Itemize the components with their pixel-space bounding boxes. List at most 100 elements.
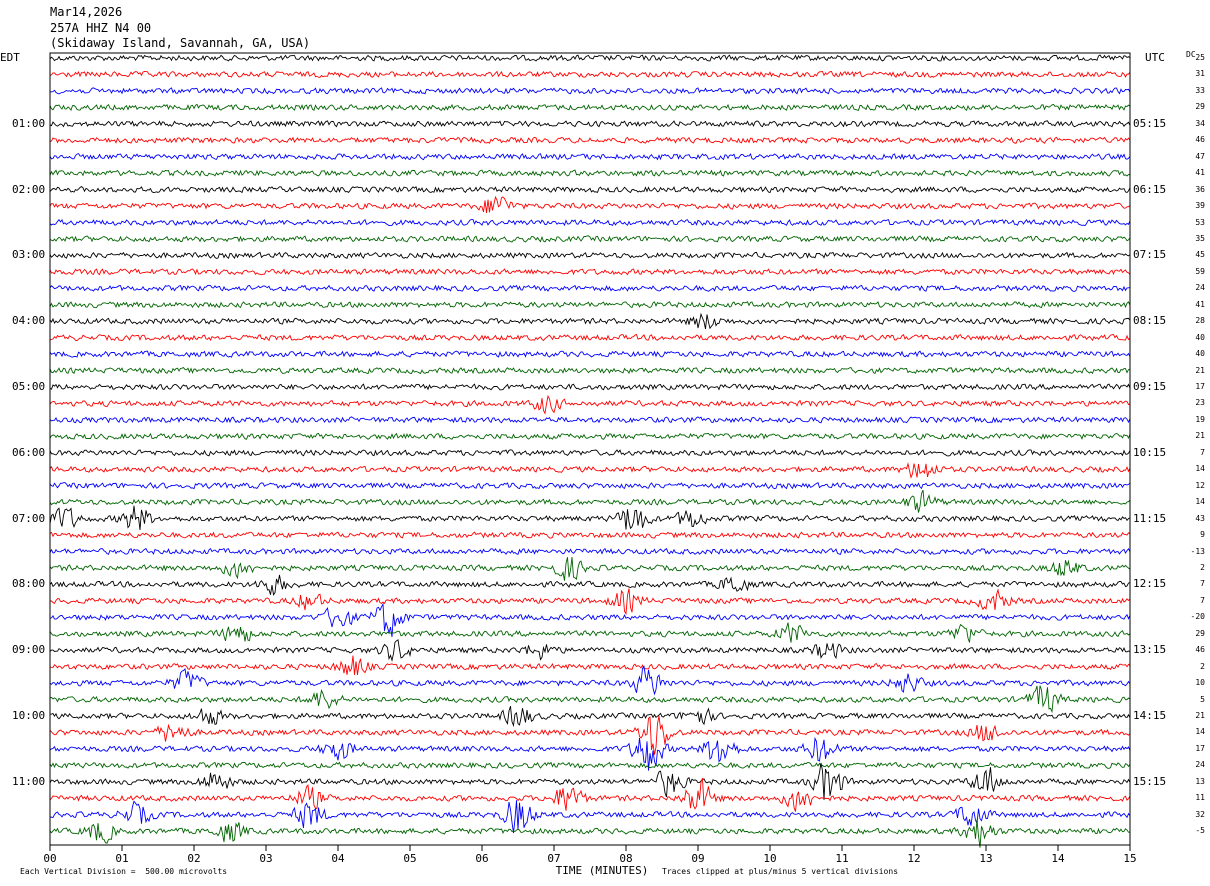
x-tick-label: 05 — [403, 852, 417, 865]
seismic-trace-9 — [49, 195, 1131, 213]
right-hour-label: 09:15 — [1133, 380, 1167, 393]
trace-group — [49, 54, 1131, 848]
dc-offset: 40 — [1195, 349, 1205, 359]
x-tick-label: 04 — [331, 852, 345, 865]
dc-offset: 46 — [1195, 135, 1205, 145]
left-hour-label: 02:00 — [12, 182, 46, 196]
dc-offset: 12 — [1195, 480, 1205, 490]
seismic-trace-24 — [49, 449, 1131, 457]
seismic-trace-12 — [49, 251, 1131, 260]
dc-offset: 25 — [1195, 53, 1205, 62]
dc-offset: 24 — [1195, 283, 1205, 293]
seismic-trace-3 — [49, 103, 1131, 112]
right-hour-label: 13:15 — [1133, 643, 1167, 657]
seismic-trace-14 — [49, 284, 1131, 292]
seismic-trace-17 — [49, 333, 1131, 342]
dc-offset: 21 — [1195, 711, 1205, 720]
header-date: Mar14,2026 — [50, 5, 123, 19]
seismic-trace-6 — [49, 153, 1131, 161]
seismic-trace-21 — [49, 394, 1131, 415]
right-hour-label: 11:15 — [1133, 511, 1167, 525]
dc-offset: 14 — [1195, 727, 1205, 737]
x-tick-label: 06 — [475, 852, 489, 865]
left-hour-label: 03:00 — [12, 248, 46, 262]
dc-offset: 28 — [1195, 316, 1205, 326]
dc-offset: 45 — [1195, 250, 1205, 260]
right-hour-label: 07:15 — [1133, 248, 1167, 262]
dc-offset: 5 — [1200, 694, 1205, 704]
left-hour-label: 08:00 — [12, 577, 46, 591]
right-hour-label: 10:15 — [1133, 445, 1167, 459]
dc-offset: -20 — [1190, 612, 1205, 622]
dc-offset: 59 — [1195, 266, 1205, 276]
seismic-trace-31 — [49, 557, 1131, 581]
dc-offset: 40 — [1195, 332, 1205, 342]
plot-frame — [49, 52, 1131, 846]
seismic-trace-26 — [49, 482, 1131, 490]
tz-right-label: UTC — [1145, 51, 1165, 64]
dc-offset: 2 — [1200, 562, 1205, 572]
dc-offset: 23 — [1195, 398, 1205, 408]
seismic-trace-39 — [49, 685, 1131, 714]
x-tick-label: 10 — [763, 852, 777, 865]
seismic-trace-0 — [49, 54, 1131, 62]
seismic-trace-30 — [49, 547, 1131, 556]
seismic-trace-15 — [49, 301, 1131, 309]
seismic-trace-29 — [49, 531, 1131, 539]
right-hour-label: 08:15 — [1133, 314, 1167, 328]
seismic-trace-33 — [49, 588, 1131, 616]
seismic-trace-19 — [49, 366, 1131, 375]
clipping-note: Traces clipped at plus/minus 5 vertical … — [662, 867, 899, 876]
dc-offset: 11 — [1195, 793, 1205, 803]
x-tick-label: 14 — [1051, 852, 1065, 865]
dc-offset: 13 — [1195, 776, 1205, 786]
dc-offset: 36 — [1195, 184, 1205, 194]
seismic-trace-36 — [49, 639, 1131, 663]
right-hour-label: 14:15 — [1133, 709, 1167, 722]
x-tick-marks — [49, 845, 1131, 851]
left-hour-label: 05:00 — [12, 380, 46, 393]
x-tick-label: 15 — [1123, 852, 1137, 865]
seismic-trace-27 — [49, 489, 1131, 513]
seismic-trace-42 — [49, 736, 1131, 771]
dc-offset: 21 — [1195, 365, 1205, 375]
right-hour-label: 05:15 — [1133, 116, 1167, 130]
seismic-trace-18 — [49, 350, 1131, 358]
seismic-trace-13 — [49, 268, 1131, 276]
dc-offset: 2 — [1200, 661, 1205, 671]
dc-offset: 7 — [1200, 595, 1205, 605]
left-hour-label: 11:00 — [12, 774, 46, 788]
seismic-trace-11 — [49, 235, 1131, 243]
seismic-trace-23 — [49, 432, 1131, 440]
dc-offset: 29 — [1195, 628, 1205, 638]
dc-offset: -5 — [1195, 826, 1205, 836]
x-tick-label: 03 — [259, 852, 273, 865]
x-tick-label: 12 — [907, 852, 921, 865]
seismic-trace-40 — [49, 706, 1131, 728]
header-location: (Skidaway Island, Savannah, GA, USA) — [50, 36, 311, 50]
seismic-trace-1 — [49, 70, 1131, 78]
dc-header: DC — [1186, 50, 1196, 59]
dc-offset: 14 — [1195, 464, 1205, 474]
seismic-trace-37 — [49, 655, 1131, 675]
x-tick-label: 00 — [43, 852, 57, 865]
helicorder-plot — [49, 52, 1131, 851]
x-axis-label: TIME (MINUTES) — [555, 864, 649, 877]
right-hour-label: 12:15 — [1133, 577, 1167, 591]
dc-offset: 34 — [1195, 118, 1205, 128]
x-tick-label: 01 — [115, 852, 129, 865]
x-tick-label: 02 — [187, 852, 201, 865]
dc-offset: 46 — [1195, 645, 1205, 655]
dc-offset: 21 — [1195, 431, 1205, 441]
left-hour-label: 10:00 — [12, 709, 46, 722]
seismic-trace-5 — [49, 136, 1131, 144]
dc-offset: 17 — [1195, 743, 1205, 753]
dc-offset: -13 — [1190, 546, 1205, 556]
dc-offset: 14 — [1195, 497, 1205, 507]
seismic-trace-22 — [49, 416, 1131, 424]
dc-offset: 7 — [1200, 579, 1205, 589]
seismic-trace-28 — [49, 505, 1131, 531]
x-tick-label: 11 — [835, 852, 849, 865]
seismic-trace-32 — [49, 574, 1131, 596]
seismic-trace-2 — [49, 87, 1131, 95]
